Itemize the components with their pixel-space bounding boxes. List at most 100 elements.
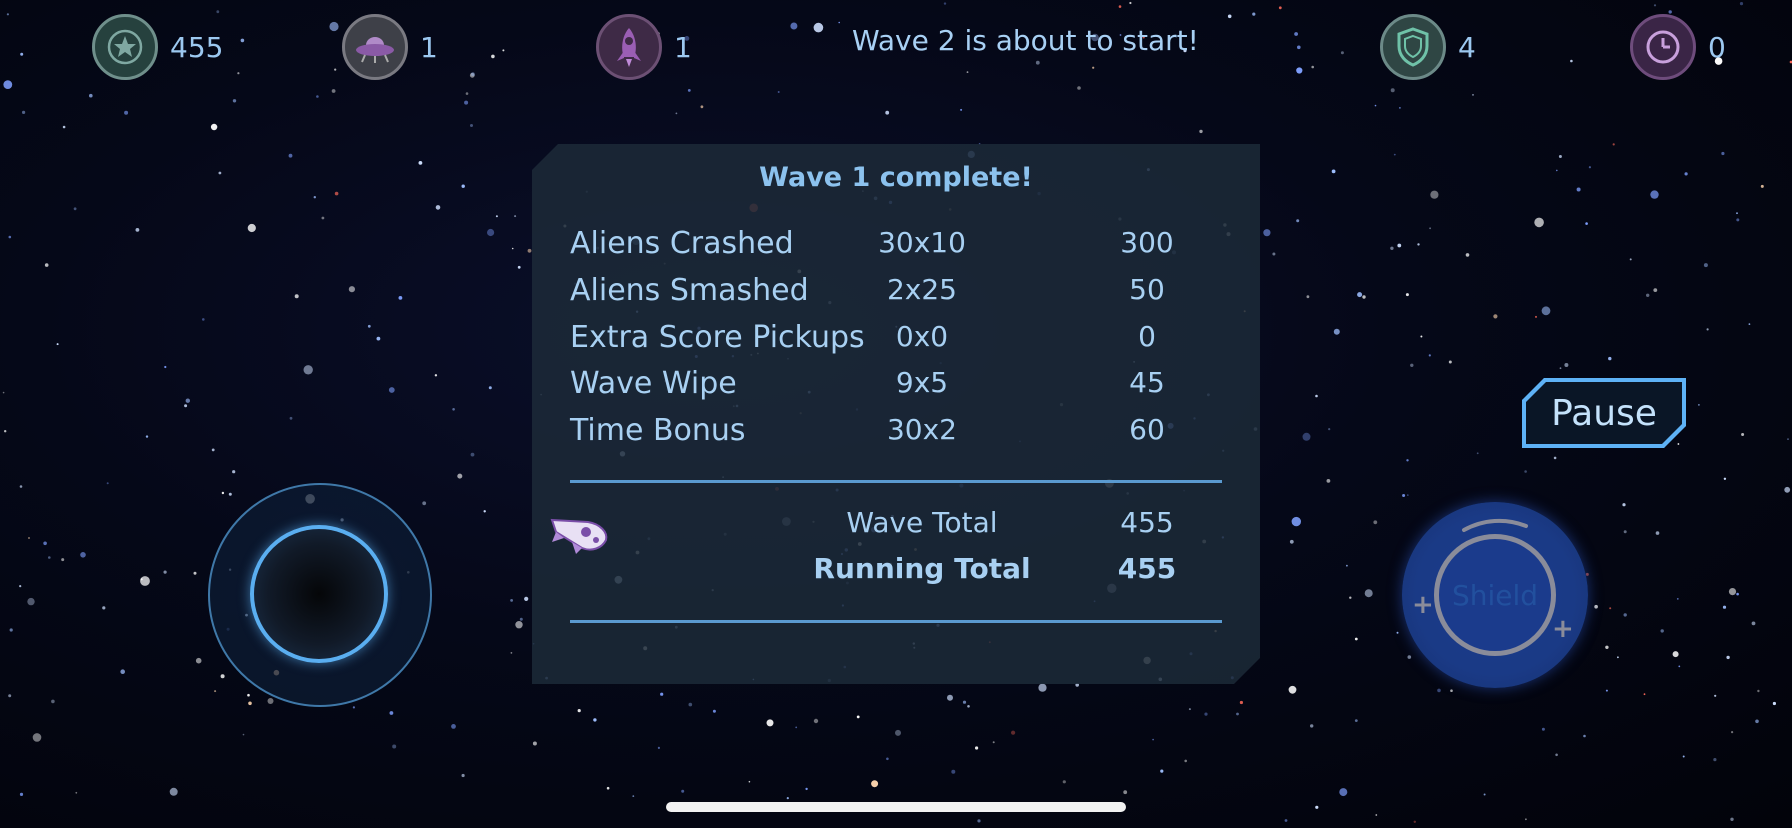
star [1357,292,1363,298]
star [483,510,486,513]
star [1608,356,1612,361]
star [1493,314,1498,319]
star [6,13,9,16]
star [790,22,798,30]
star [1339,788,1348,797]
star [1340,51,1344,55]
ufo-icon [342,14,408,80]
star [895,729,901,736]
star [237,72,240,75]
shield-button[interactable]: Shield + + [1402,502,1588,688]
shield-ring: Shield [1434,534,1556,656]
shield-count-value: 4 [1458,30,1476,64]
star [1354,637,1358,641]
star [1188,708,1191,711]
star [8,235,12,239]
pause-button[interactable]: Pause [1522,378,1686,448]
star [1535,315,1537,318]
star [577,709,581,713]
star [1272,252,1276,256]
divider [570,480,1222,483]
star [1676,598,1679,600]
star [1333,328,1340,335]
star [688,702,693,707]
star [1289,539,1294,544]
star [510,652,513,654]
star [1465,253,1470,257]
star [1199,129,1203,134]
star [1609,607,1612,610]
star [1736,218,1740,222]
star [1362,295,1366,299]
star [1413,820,1417,823]
star [1448,360,1452,364]
star [675,112,678,115]
star [376,336,381,341]
star [1160,769,1164,773]
star [951,769,956,774]
home-indicator[interactable] [666,802,1126,812]
star [681,789,685,793]
star [1739,1,1744,6]
star [61,558,65,562]
wave-message: Wave 2 is about to start! [852,24,1199,57]
star [1152,738,1154,741]
star [885,110,890,115]
joystick-knob[interactable] [250,525,388,663]
hud-ufo-count: 1 [342,12,438,82]
star [1748,323,1751,325]
star [1524,470,1527,473]
star [777,91,780,93]
hud-shield-count: 4 [1380,12,1476,82]
star [962,700,967,704]
star [464,100,469,105]
plus-icon: + [1552,614,1574,644]
row-label: Aliens Crashed [570,226,794,261]
star [1730,817,1734,821]
star [228,492,232,496]
star [210,123,218,131]
star [471,72,475,77]
star [1623,530,1627,534]
star [1672,651,1679,658]
star [398,296,403,300]
star [452,408,455,411]
star [1346,564,1348,567]
star [1296,219,1300,223]
star [1407,494,1409,496]
star [1296,67,1303,74]
row-multiplier: 30x2 [886,413,957,446]
star [19,585,22,588]
star [1396,631,1399,634]
star [1077,86,1081,90]
star [1406,459,1409,462]
star [124,110,129,115]
star [1728,588,1737,596]
star [2,391,5,394]
star [388,387,395,393]
row-label: Aliens Smashed [570,273,809,308]
star [56,343,59,346]
star [247,223,256,233]
star [960,108,963,111]
star [488,386,492,390]
star [813,22,824,33]
star [1278,6,1282,10]
star [1703,263,1708,268]
row-points: 0 [1138,320,1156,353]
star [73,207,77,211]
star [1623,613,1627,617]
star [334,68,337,71]
star [1741,433,1745,436]
star [1612,143,1615,146]
result-row: Extra Score Pickups 0x0 0 [532,320,1260,362]
star [495,215,498,218]
star [1450,689,1453,692]
star [1585,222,1588,225]
star [1760,184,1764,188]
star [20,52,24,56]
star [527,248,532,253]
star [102,606,106,610]
star [1038,683,1047,692]
pause-label: Pause [1551,392,1657,434]
